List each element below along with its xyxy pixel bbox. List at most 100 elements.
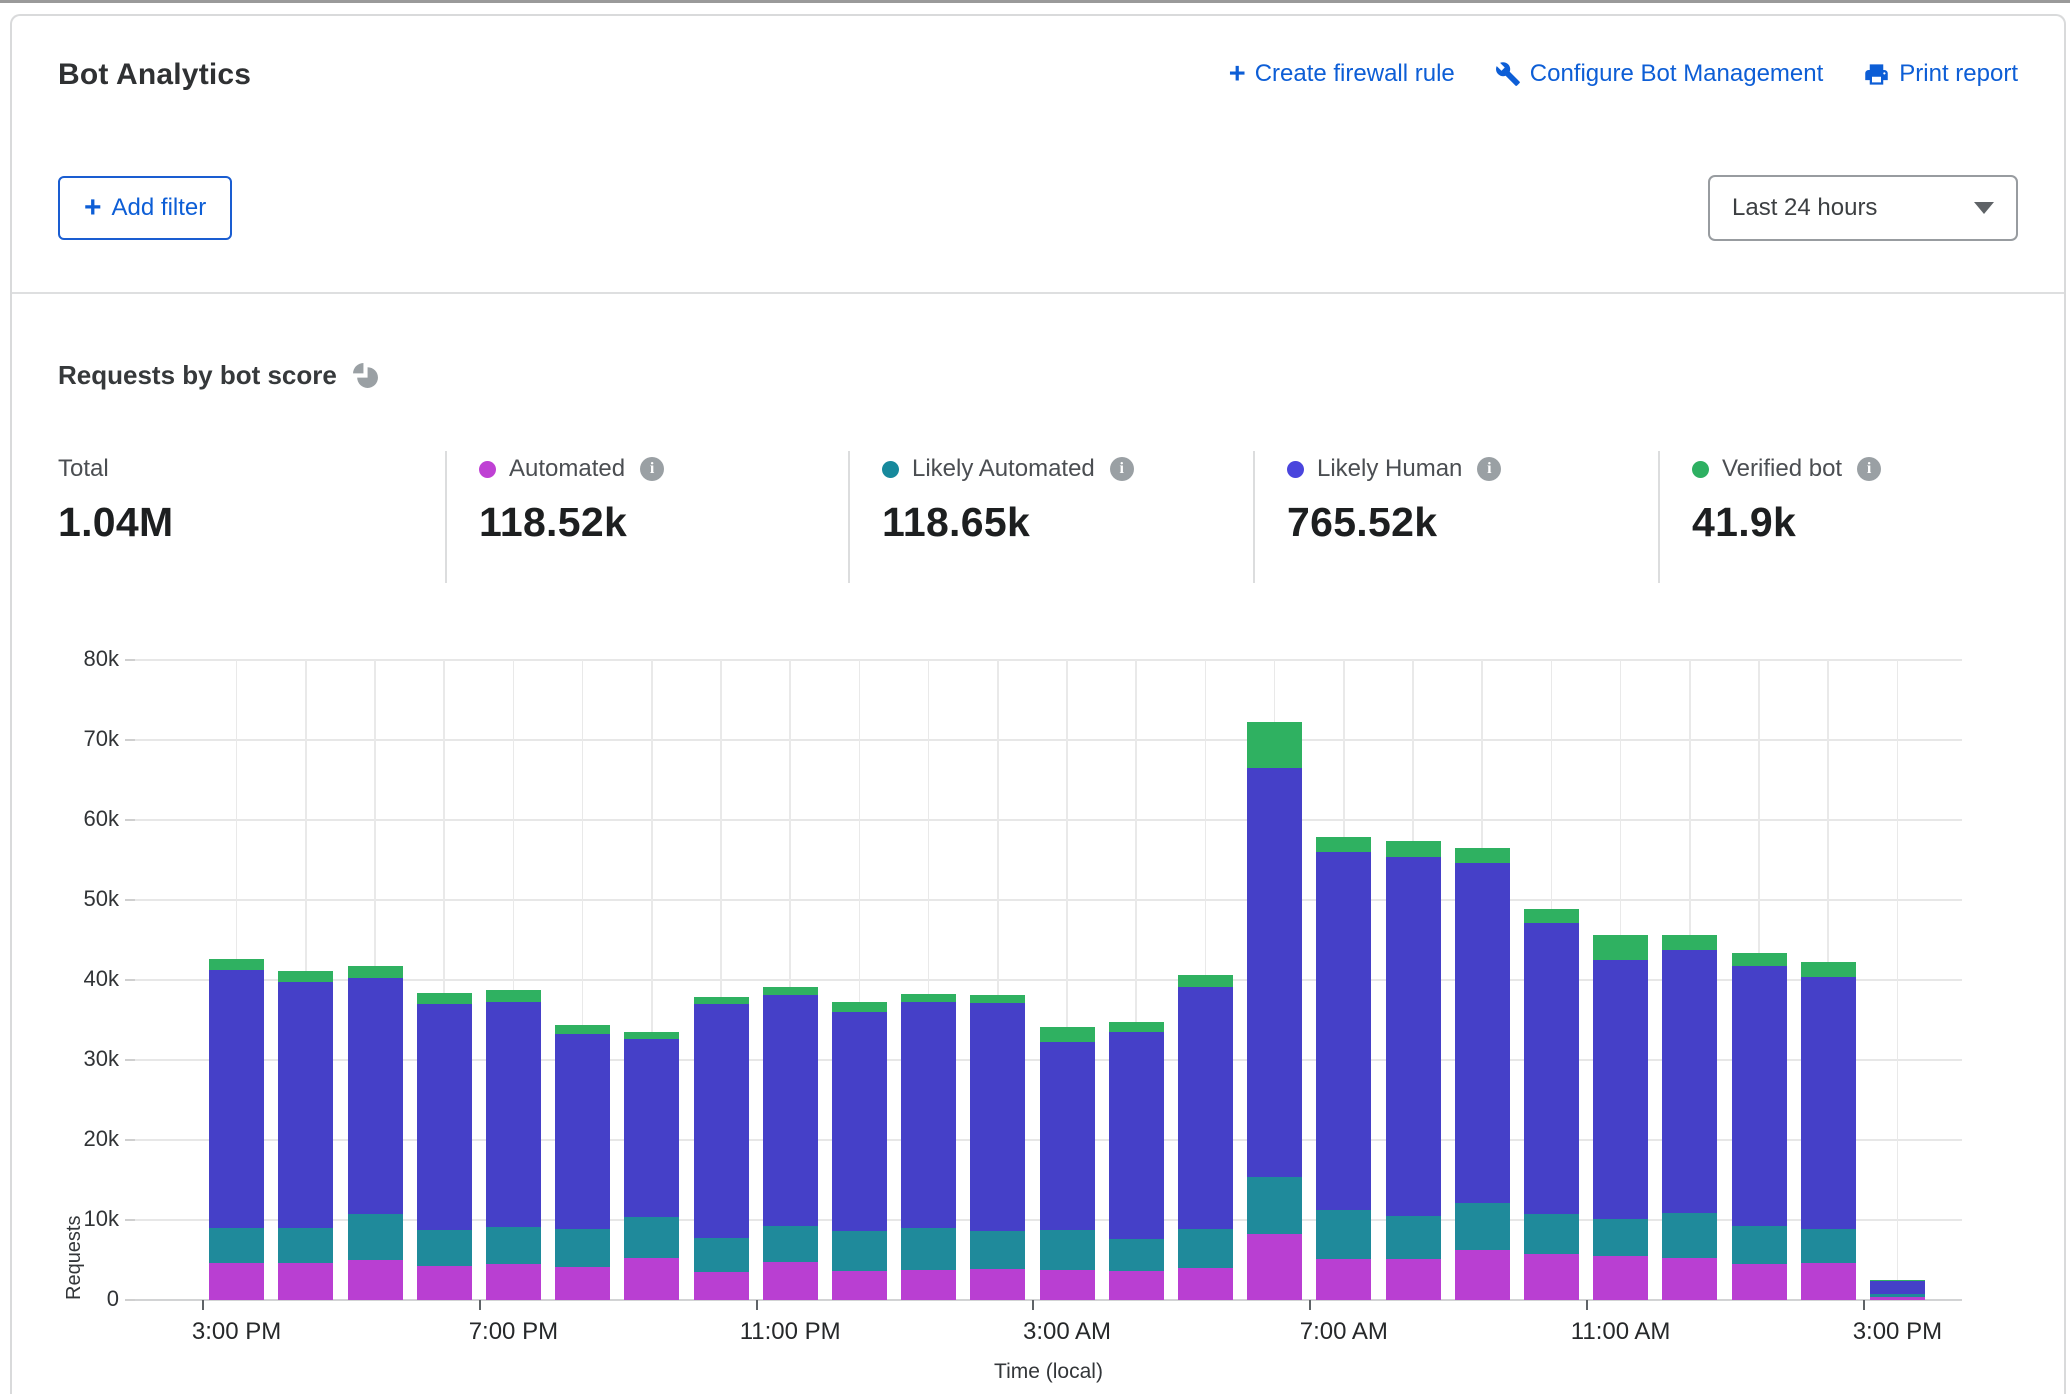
x-tick-mark — [1586, 1300, 1588, 1310]
x-tick-label: 3:00 PM — [1853, 1318, 1942, 1346]
segment-likely-automated — [624, 1217, 679, 1258]
bar-1-00-am[interactable] — [901, 994, 956, 1300]
bar-3-00-pm[interactable] — [1870, 1280, 1925, 1300]
segment-automated — [1178, 1268, 1233, 1300]
bar-10-00-pm[interactable] — [694, 997, 749, 1300]
configure-bot-management-label: Configure Bot Management — [1530, 60, 1824, 88]
segment-verified-bot — [417, 993, 472, 1004]
bar-2-00-am[interactable] — [970, 995, 1025, 1300]
segment-likely-human — [694, 1004, 749, 1238]
segment-likely-human — [901, 1002, 956, 1228]
segment-automated — [1386, 1259, 1441, 1300]
bar-7-00-am[interactable] — [1316, 837, 1371, 1300]
stat-value: 41.9k — [1692, 499, 2018, 546]
bar-2-00-pm[interactable] — [1801, 962, 1856, 1300]
bar-5-00-pm[interactable] — [348, 966, 403, 1300]
segment-automated — [694, 1272, 749, 1300]
segment-automated — [348, 1260, 403, 1300]
segment-automated — [1109, 1271, 1164, 1300]
bar-11-00-am[interactable] — [1593, 935, 1648, 1300]
bar-3-00-am[interactable] — [1040, 1027, 1095, 1300]
stat-value: 118.52k — [479, 499, 848, 546]
plus-icon: + — [1229, 62, 1246, 86]
segment-likely-automated — [1732, 1226, 1787, 1264]
segment-verified-bot — [1524, 909, 1579, 923]
bar-11-00-pm[interactable] — [763, 987, 818, 1300]
info-icon[interactable]: i — [1110, 457, 1134, 481]
stat-value: 1.04M — [58, 499, 445, 546]
info-icon[interactable]: i — [1857, 457, 1881, 481]
segment-likely-human — [348, 978, 403, 1213]
bar-7-00-pm[interactable] — [486, 990, 541, 1300]
segment-automated — [1455, 1250, 1510, 1300]
bar-5-00-am[interactable] — [1178, 975, 1233, 1300]
card-header: Bot Analytics + Create firewall rule Con… — [12, 16, 2064, 294]
top-divider — [0, 0, 2070, 3]
segment-automated — [1524, 1254, 1579, 1300]
stat-label: Total — [58, 455, 109, 483]
bar-6-00-pm[interactable] — [417, 993, 472, 1300]
bar-6-00-am[interactable] — [1247, 722, 1302, 1300]
bar-9-00-am[interactable] — [1455, 848, 1510, 1300]
add-filter-button[interactable]: + Add filter — [58, 176, 232, 240]
bar-4-00-am[interactable] — [1109, 1022, 1164, 1300]
requests-by-bot-score-chart: 010k20k30k40k50k60k70k80k3:00 PM7:00 PM1… — [135, 660, 1962, 1300]
bar-10-00-am[interactable] — [1524, 909, 1579, 1300]
bar-8-00-pm[interactable] — [555, 1025, 610, 1300]
bar-3-00-pm[interactable] — [209, 959, 264, 1300]
segment-verified-bot — [1455, 848, 1510, 863]
segment-verified-bot — [1386, 841, 1441, 857]
x-axis-title: Time (local) — [135, 1360, 1962, 1384]
segment-automated — [832, 1271, 887, 1300]
segment-verified-bot — [1316, 837, 1371, 852]
segment-automated — [970, 1269, 1025, 1300]
segment-likely-human — [624, 1039, 679, 1217]
segment-likely-human — [1801, 977, 1856, 1229]
create-firewall-rule-link[interactable]: + Create firewall rule — [1229, 60, 1455, 88]
segment-automated — [486, 1264, 541, 1300]
time-range-select[interactable]: Last 24 hours — [1708, 175, 2018, 241]
section-title: Requests by bot score — [58, 360, 337, 391]
stat-label: Likely Automated — [912, 455, 1095, 483]
x-tick-label: 3:00 AM — [1023, 1318, 1111, 1346]
stat-value: 765.52k — [1287, 499, 1658, 546]
info-icon[interactable]: i — [640, 457, 664, 481]
segment-automated — [1316, 1259, 1371, 1300]
x-tick-mark — [202, 1300, 204, 1310]
segment-likely-automated — [1247, 1177, 1302, 1235]
segment-verified-bot — [1178, 975, 1233, 987]
bar-1-00-pm[interactable] — [1732, 953, 1787, 1300]
bar-9-00-pm[interactable] — [624, 1032, 679, 1300]
automated-legend-dot — [479, 461, 496, 478]
segment-likely-human — [1316, 852, 1371, 1210]
chevron-down-icon — [1974, 202, 1994, 214]
create-firewall-rule-label: Create firewall rule — [1255, 60, 1455, 88]
segment-likely-automated — [901, 1228, 956, 1270]
segment-verified-bot — [970, 995, 1025, 1003]
bar-12-00-pm[interactable] — [1662, 935, 1717, 1300]
segment-verified-bot — [209, 959, 264, 969]
configure-bot-management-link[interactable]: Configure Bot Management — [1495, 60, 1824, 88]
segment-automated — [1801, 1263, 1856, 1300]
stat-total: Total 1.04M — [58, 451, 445, 583]
stat-automated: Automatedi118.52k — [445, 451, 848, 583]
x-tick-label: 11:00 PM — [740, 1318, 841, 1346]
pie-chart-icon — [352, 362, 379, 389]
segment-likely-automated — [209, 1228, 264, 1263]
bar-12-00-am[interactable] — [832, 1002, 887, 1300]
bar-8-00-am[interactable] — [1386, 841, 1441, 1300]
segment-verified-bot — [278, 971, 333, 981]
segment-likely-automated — [1662, 1213, 1717, 1259]
segment-likely-automated — [832, 1231, 887, 1271]
segment-verified-bot — [1040, 1027, 1095, 1042]
x-tick-mark — [1309, 1300, 1311, 1310]
print-report-link[interactable]: Print report — [1863, 60, 2018, 88]
x-tick-mark — [1863, 1300, 1865, 1310]
stat-label: Verified bot — [1722, 455, 1842, 483]
segment-verified-bot — [348, 966, 403, 978]
y-tick-mark — [125, 1139, 135, 1141]
y-tick-mark — [125, 979, 135, 981]
info-icon[interactable]: i — [1477, 457, 1501, 481]
segment-likely-automated — [1524, 1214, 1579, 1255]
bar-4-00-pm[interactable] — [278, 971, 333, 1300]
